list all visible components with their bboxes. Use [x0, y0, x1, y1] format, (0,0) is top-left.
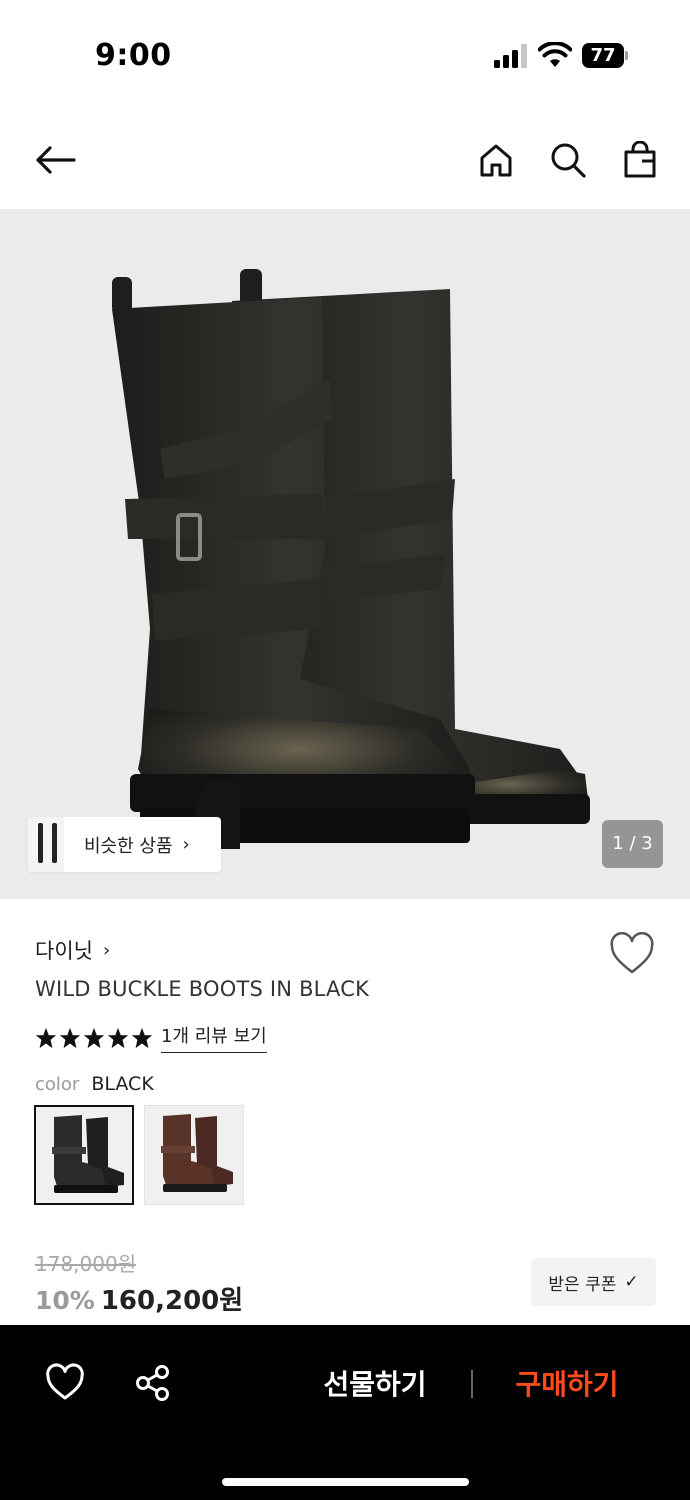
search-button[interactable]	[546, 138, 590, 182]
back-arrow-icon	[36, 146, 76, 174]
gift-button[interactable]: 선물하기	[300, 1365, 450, 1405]
chevron-right-icon: ›	[102, 939, 111, 961]
check-icon: ✓	[624, 1272, 639, 1292]
wifi-icon	[538, 42, 572, 67]
similar-products-button[interactable]: 비슷한 상품 ›	[28, 817, 221, 872]
image-page-indicator: 1 / 3	[602, 820, 663, 868]
buy-button[interactable]: 구매하기	[492, 1365, 642, 1405]
star-icon	[83, 1027, 105, 1048]
search-icon	[551, 143, 586, 178]
price-row: 10% 160,200원	[35, 1280, 243, 1317]
heart-outline-icon	[610, 932, 654, 974]
status-time: 9:00	[95, 38, 172, 73]
share-button[interactable]	[133, 1363, 173, 1403]
review-link[interactable]: 1개 리뷰 보기	[161, 1022, 267, 1053]
home-icon	[480, 144, 512, 177]
received-coupon-button[interactable]: 받은 쿠폰 ✓	[531, 1258, 656, 1306]
wishlist-button[interactable]	[609, 932, 655, 976]
color-row: color BLACK	[35, 1073, 154, 1095]
home-button[interactable]	[474, 138, 518, 182]
heart-icon	[46, 1363, 84, 1400]
rating-row: 1개 리뷰 보기	[35, 1022, 267, 1053]
divider	[471, 1370, 473, 1398]
discount-rate: 10%	[35, 1286, 95, 1315]
brand-name: 다이닛	[35, 939, 93, 963]
star-icon	[107, 1027, 129, 1048]
color-value: BLACK	[91, 1073, 154, 1095]
bottom-wishlist-button[interactable]	[45, 1363, 85, 1403]
boot-thumbnail-black	[52, 1115, 124, 1193]
back-button[interactable]	[33, 138, 77, 182]
cart-button[interactable]	[618, 138, 662, 182]
shopping-bag-icon	[624, 141, 656, 178]
signal-icon	[494, 44, 527, 68]
nav-bar	[0, 120, 690, 200]
share-icon	[136, 1365, 169, 1401]
color-label: color	[35, 1074, 80, 1095]
product-image	[112, 269, 590, 849]
star-icon	[59, 1027, 81, 1048]
star-icon	[35, 1027, 57, 1048]
product-image-gallery[interactable]	[0, 209, 690, 899]
coupon-label: 받은 쿠폰	[548, 1274, 617, 1295]
bottom-action-bar: 선물하기 구매하기	[0, 1325, 690, 1500]
similar-product-thumbnail	[28, 817, 64, 872]
boot-thumbnail-brown	[161, 1114, 233, 1192]
battery-level: 77	[582, 43, 624, 68]
original-price: 178,000원	[35, 1252, 137, 1276]
star-icon	[131, 1027, 153, 1048]
rating-stars	[35, 1027, 153, 1049]
battery-icon: 77	[582, 43, 628, 68]
product-title: WILD BUCKLE BOOTS IN BLACK	[35, 977, 370, 1001]
home-indicator	[222, 1478, 469, 1486]
chevron-right-icon: ›	[182, 834, 190, 855]
color-swatch-brown[interactable]	[144, 1105, 244, 1205]
sale-price: 160,200원	[100, 1286, 244, 1316]
color-swatch-black[interactable]	[34, 1105, 134, 1205]
similar-products-label: 비슷한 상품	[84, 835, 173, 857]
status-bar: 9:00 77	[0, 0, 690, 110]
brand-link[interactable]: 다이닛 ›	[35, 935, 110, 965]
